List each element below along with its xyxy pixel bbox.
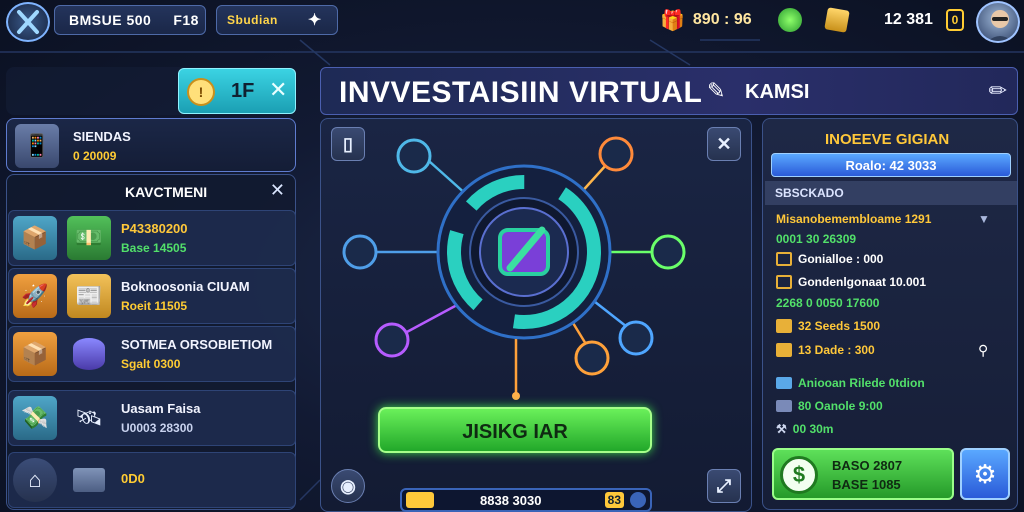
list-item[interactable]: ⌂ 0D0: [8, 452, 296, 508]
checkbox-icon[interactable]: [776, 252, 792, 266]
collect-line2: BASE 1085: [832, 477, 901, 492]
detail-row: Gondenlgonaat 10.001: [776, 275, 926, 289]
wand-icon: ✎: [707, 78, 726, 103]
currency-value: F18: [173, 12, 199, 28]
detail-row: 80 Oanole 9:00: [776, 399, 883, 413]
chest-count: 890 : 96: [692, 11, 752, 28]
item-title: SOTMEA ORSOBIETIOM: [121, 337, 273, 352]
stat-value: 0 20009: [73, 149, 117, 163]
readout-value: 8838 3030: [480, 493, 542, 508]
money-stack-icon: 💸: [13, 396, 57, 440]
status-pill[interactable]: Sbudian ✦: [216, 5, 338, 35]
progress-text: Roalo: 42 3033: [845, 158, 937, 173]
gold-tag: 0: [946, 9, 964, 31]
checkbox-icon[interactable]: [776, 275, 792, 289]
left-tab[interactable]: ! 1F ✕: [178, 68, 296, 114]
rocket-icon: 🚀: [13, 274, 57, 318]
detail-row: 0001 30 26309: [776, 232, 857, 246]
progress-bar: Roalo: 42 3033: [771, 153, 1011, 177]
sparkle-icon: ✦: [307, 12, 322, 29]
gem-icon: [778, 8, 802, 32]
home-icon: ⌂: [13, 458, 57, 502]
detail-row: 32 Seeds 1500: [776, 319, 880, 333]
page-title: INVVESTAISIIN VIRTUAL: [339, 76, 703, 109]
section-label: SBSCKADO: [775, 186, 844, 200]
item-subtitle: U0003 28300: [121, 421, 194, 435]
detail-row: 2268 0 0050 17600: [776, 296, 880, 310]
resource-gem[interactable]: [778, 5, 802, 35]
detail-row: Misanobemembloame 1291: [776, 212, 932, 226]
crate-icon: 📦: [13, 216, 57, 260]
detail-row: Aniooan Rilede 0tdion: [776, 376, 925, 390]
detail-row: 13 Dade : 300: [776, 343, 875, 357]
detail-row: ⚒ 00 30m: [776, 422, 834, 436]
section-header: SBSCKADO: [765, 181, 1017, 205]
chevron-down-icon[interactable]: ▼: [978, 212, 990, 226]
readout-info-icon[interactable]: [630, 492, 646, 508]
list-item[interactable]: 📦 SOTMEA ORSOBIETIOM Sgalt 0300: [8, 326, 296, 382]
gold-box-icon: [824, 7, 850, 33]
report-icon: 📰: [67, 274, 111, 318]
list-item[interactable]: 💸 🛰 Uasam Faisa U0003 28300: [8, 390, 296, 446]
location-pin-icon[interactable]: ⚲: [978, 342, 988, 359]
list-item[interactable]: 📦 💵 P43380200 Base 14505: [8, 210, 296, 266]
right-header: INOEEVE GIGIAN: [825, 131, 950, 148]
item-subtitle: Roeit 11505: [121, 299, 188, 313]
item-subtitle: Base 14505: [121, 241, 187, 255]
item-subtitle: 0D0: [121, 471, 145, 486]
top-bar: BMSUE 500 F18 Sbudian ✦ 🎁 890 : 96 12 38…: [0, 0, 1024, 46]
status-label: Sbudian: [227, 13, 278, 27]
item-subtitle: Sgalt 0300: [121, 357, 181, 371]
item-title: P43380200: [121, 221, 188, 236]
box-icon: 📦: [13, 332, 57, 376]
title-bar: INVVESTAISIIN VIRTUAL ✎ KAMSI ✏: [320, 67, 1018, 115]
checkbox-icon[interactable]: [776, 343, 792, 357]
resource-gold[interactable]: 12 381 0: [824, 5, 966, 35]
resource-chest[interactable]: 🎁 890 : 96: [660, 5, 752, 35]
pin-icon: !: [187, 78, 215, 106]
stat-title: SIENDAS: [73, 129, 131, 144]
item-title: Boknoosonia CIUAM: [121, 279, 250, 294]
currency-pill[interactable]: BMSUE 500 F18: [54, 5, 206, 35]
checkbox-icon[interactable]: [776, 319, 792, 333]
tool-icon: ⚒: [776, 422, 787, 436]
list-item[interactable]: 🚀 📰 Boknoosonia CIUAM Roeit 11505: [8, 268, 296, 324]
terminal-icon: [67, 458, 111, 502]
currency-label: BMSUE 500: [69, 12, 152, 28]
bottom-readout: 8838 3030 83: [400, 488, 652, 512]
invest-button[interactable]: JISIKG IAR: [378, 407, 652, 453]
shuttle-icon: 🛰: [75, 405, 103, 430]
inventory-header: KAVCTMENI: [125, 184, 208, 200]
cash-stack-icon: 💵: [67, 216, 111, 260]
invest-button-label: JISIKG IAR: [462, 421, 568, 443]
player-face-icon: [988, 10, 1012, 41]
dollar-icon: $: [780, 456, 818, 494]
collect-line1: BASO 2807: [832, 458, 903, 473]
readout-left-badge: [406, 492, 434, 508]
phone-icon: 📱: [15, 124, 59, 168]
detail-row: Gonialloe : 000: [776, 252, 883, 266]
cylinder-icon: [67, 332, 111, 376]
item-title: Uasam Faisa: [121, 401, 201, 416]
close-icon[interactable]: ✕: [269, 77, 287, 103]
edit-icon[interactable]: ✏: [989, 78, 1007, 104]
close-icon[interactable]: ✕: [270, 180, 285, 201]
page-subtitle: KAMSI: [745, 81, 810, 103]
chest-icon: 🎁: [660, 9, 685, 32]
readout-badge: 83: [604, 492, 624, 508]
stat-card[interactable]: 📱 SIENDAS 0 20009: [6, 118, 296, 172]
settings-gear-icon[interactable]: ⚙: [960, 448, 1010, 500]
collect-button[interactable]: $ BASO 2807 BASE 1085: [772, 448, 954, 500]
card-icon: [776, 377, 792, 389]
gold-count: 12 381: [884, 11, 933, 28]
device-icon: [776, 400, 792, 412]
tab-value: 1F: [231, 80, 255, 102]
game-logo-button[interactable]: [6, 2, 50, 42]
player-avatar[interactable]: [976, 1, 1020, 43]
x-logo-icon: [17, 10, 39, 34]
